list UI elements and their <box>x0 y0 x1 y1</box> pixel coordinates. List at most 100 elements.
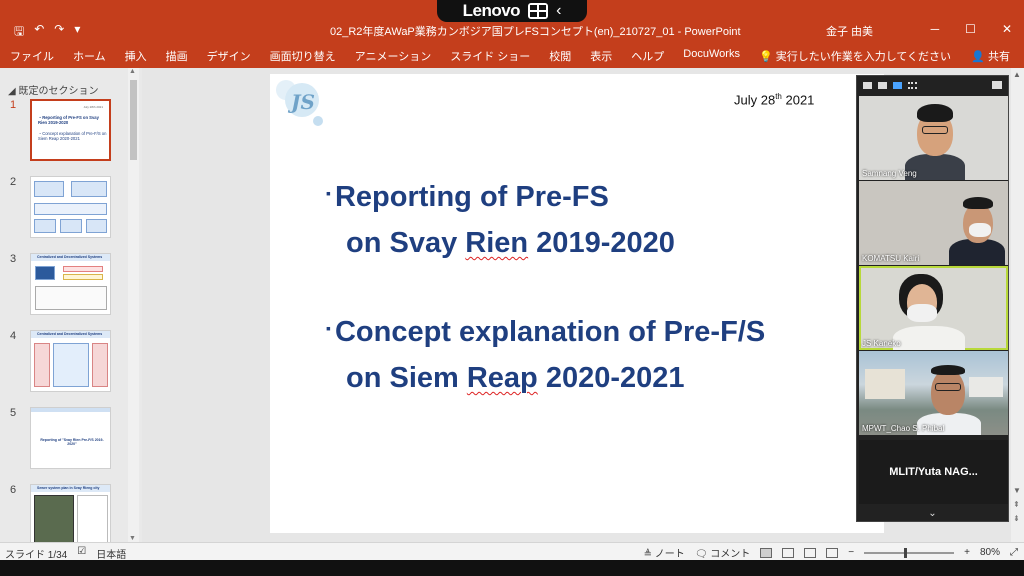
close-button[interactable]: ✕ <box>1002 22 1012 36</box>
thumbnail-slide-5[interactable]: 5 Reporting of "Svay Rien Pre-F/S 2019-2… <box>0 407 128 471</box>
thumbnail-slide-1[interactable]: 1 July 28th 2021 ・Reporting of Pre-FS on… <box>0 99 128 163</box>
maximize-button[interactable]: ☐ <box>965 22 976 36</box>
next-slide-icon[interactable]: ⇟ <box>1013 514 1020 523</box>
thumb-number: 1 <box>10 99 17 111</box>
bullet-1-misspelled: Rien <box>465 227 529 259</box>
bullet-1-line-1: Reporting of Pre-FS <box>334 181 609 213</box>
multiscreen-icon[interactable] <box>528 3 549 19</box>
normal-view-icon[interactable] <box>760 547 773 558</box>
tab-animations[interactable]: アニメーション <box>355 48 432 64</box>
tab-view[interactable]: 表示 <box>590 48 612 64</box>
ribbon-tabs: ファイル ホーム 挿入 描画 デザイン 画面切り替え アニメーション スライド … <box>0 40 1024 68</box>
thumb-image: Sewer system plan in Svay Rieng city <box>30 484 111 546</box>
thumb-image <box>30 176 111 238</box>
participant-tile[interactable]: Samnang Veng <box>859 96 1008 180</box>
accessibility-icon[interactable]: ☑ <box>77 546 86 561</box>
participant-tile[interactable]: KOMATSU Kairi <box>859 181 1008 265</box>
tab-transitions[interactable]: 画面切り替え <box>270 48 336 64</box>
window-controls: ─ ☐ ✕ <box>931 22 1012 36</box>
fit-to-window-icon[interactable]: ⤢ <box>1010 547 1018 558</box>
thumb-number: 6 <box>10 484 17 496</box>
thumb-title: ・Reporting of Pre-FS on Svay Rien 2019-2… <box>38 115 99 125</box>
thumb-image: Centralized and Decentralized Systems <box>30 330 111 392</box>
view-gallery-icon[interactable] <box>908 81 917 89</box>
tell-me-search[interactable]: 💡 実行したい作業を入力してください <box>759 48 951 64</box>
thumbnail-slide-3[interactable]: 3 Centralized and Decentralized Systems <box>0 253 128 317</box>
prev-slide-icon[interactable]: ⇞ <box>1013 500 1020 509</box>
participant-tile[interactable]: MPWT_Chao S. Phibal <box>859 351 1008 435</box>
tab-review[interactable]: 校閲 <box>549 48 571 64</box>
user-name[interactable]: 金子 由美 <box>826 23 873 39</box>
thumbnail-scrollbar[interactable]: ▲ ▼ <box>128 68 139 542</box>
powerpoint-window: Lenovo ‹ 🖫 ↶ ↷ ▾ 02_R2年度AWaP業務カンボジア国プレFS… <box>0 0 1024 576</box>
screen-bottom-edge <box>0 560 1024 576</box>
participant-tile-active-speaker[interactable]: JS Kaneko <box>859 266 1008 350</box>
thumb-sub: ・Concept explanation of Pre-F/S on Siem … <box>38 131 107 141</box>
zoom-out-button[interactable]: − <box>848 547 854 558</box>
bullet-icon: ▪ <box>326 185 331 201</box>
zoom-slider-knob[interactable] <box>904 547 908 558</box>
scroll-down-icon[interactable]: ▼ <box>129 535 136 542</box>
share-label: 共有 <box>988 51 1010 63</box>
participant-name: KOMATSU Kairi <box>862 254 920 263</box>
scroll-down-icon[interactable]: ▼ <box>1013 486 1021 495</box>
tab-slideshow[interactable]: スライド ショー <box>450 48 530 64</box>
thumb-title: Sewer system plan in Svay Rieng city <box>37 486 100 490</box>
view-side-icon[interactable] <box>992 81 1002 89</box>
share-button[interactable]: 👤 共有 <box>971 48 1010 64</box>
person-icon: 👤 <box>971 51 988 63</box>
thumb-title: Centralized and Decentralized Systems <box>37 255 103 259</box>
slide-scrollbar[interactable]: ▲ ▼ ⇞ ⇟ <box>1011 68 1024 542</box>
thumbnail-slide-6[interactable]: 6 Sewer system plan in Svay Rieng city <box>0 484 128 548</box>
thumb-number: 2 <box>10 176 17 188</box>
language-indicator[interactable]: 日本語 <box>96 546 126 561</box>
slideshow-icon[interactable] <box>826 547 839 558</box>
thumbnail-slide-4[interactable]: 4 Centralized and Decentralized Systems <box>0 330 128 394</box>
thumb-image: July 28th 2021 ・Reporting of Pre-FS on S… <box>30 99 111 161</box>
comments-button[interactable]: 🗨 コメント <box>695 545 750 560</box>
back-arrow-icon[interactable]: ‹ <box>556 2 561 20</box>
thumb-image: Centralized and Decentralized Systems <box>30 253 111 315</box>
scroll-up-icon[interactable]: ▲ <box>1013 70 1021 79</box>
chevron-down-icon[interactable]: ⌄ <box>857 508 1008 519</box>
zoom-level[interactable]: 80% <box>980 547 1000 558</box>
notes-button[interactable]: ≜ ノート <box>644 545 685 560</box>
tab-help[interactable]: ヘルプ <box>631 48 664 64</box>
thumbnail-slide-2[interactable]: 2 <box>0 176 128 240</box>
slide-sorter-icon[interactable] <box>782 547 795 558</box>
status-right: ≜ ノート 🗨 コメント − + 80% ⤢ <box>644 545 1018 560</box>
scroll-thumb[interactable] <box>130 80 137 160</box>
tab-insert[interactable]: 挿入 <box>125 48 147 64</box>
section-header[interactable]: ◢ 既定のセクション <box>8 82 98 97</box>
ribbon-tab-list: ファイル ホーム 挿入 描画 デザイン 画面切り替え アニメーション スライド … <box>10 48 970 64</box>
status-left: スライド 1/34 ☑ 日本語 <box>5 546 126 561</box>
reading-view-icon[interactable] <box>804 547 817 558</box>
bullet-2-line-2a: on Siem <box>346 362 467 394</box>
company-logo-icon: JS <box>276 80 323 126</box>
tab-draw[interactable]: 描画 <box>166 48 188 64</box>
view-strip-icon[interactable] <box>863 81 872 89</box>
status-bar: スライド 1/34 ☑ 日本語 ≜ ノート 🗨 コメント − + 80% ⤢ <box>0 542 1024 561</box>
view-speaker-icon[interactable] <box>878 81 887 89</box>
participant-name: JS Kaneko <box>862 339 901 348</box>
minimize-button[interactable]: ─ <box>931 22 940 36</box>
scroll-up-icon[interactable]: ▲ <box>129 68 136 75</box>
participant-name-tile[interactable]: MLIT/Yuta NAG... <box>859 440 1008 504</box>
slide-canvas[interactable]: JS July 28th 2021 ▪ Reporting of Pre-FS o… <box>270 74 884 533</box>
bullet-icon: ▪ <box>326 320 331 336</box>
bullet-1-line-2a: on Svay <box>346 227 466 259</box>
zoom-in-button[interactable]: + <box>964 547 970 558</box>
document-title: 02_R2年度AWaP業務カンボジア国プレFSコンセプト(en)_210727_… <box>330 26 741 38</box>
tab-docuworks[interactable]: DocuWorks <box>683 48 740 64</box>
bullet-item-2: ▪ Concept explanation of Pre-F/S on Siem … <box>326 305 765 401</box>
tab-home[interactable]: ホーム <box>73 48 106 64</box>
thumb-image: Reporting of "Svay Rien Pre-F/S 2019-202… <box>30 407 111 469</box>
tab-file[interactable]: ファイル <box>10 48 54 64</box>
zoom-slider[interactable] <box>864 547 955 558</box>
lenovo-brand: Lenovo <box>462 1 521 20</box>
view-list-icon[interactable] <box>893 81 902 89</box>
bullet-1-line-2b: 2019-2020 <box>528 227 675 259</box>
slide-thumbnail-pane: ◢ 既定のセクション 1 July 28th 2021 ・Reporting o… <box>0 68 142 546</box>
participant-name: MPWT_Chao S. Phibal <box>862 424 945 433</box>
tab-design[interactable]: デザイン <box>207 48 251 64</box>
